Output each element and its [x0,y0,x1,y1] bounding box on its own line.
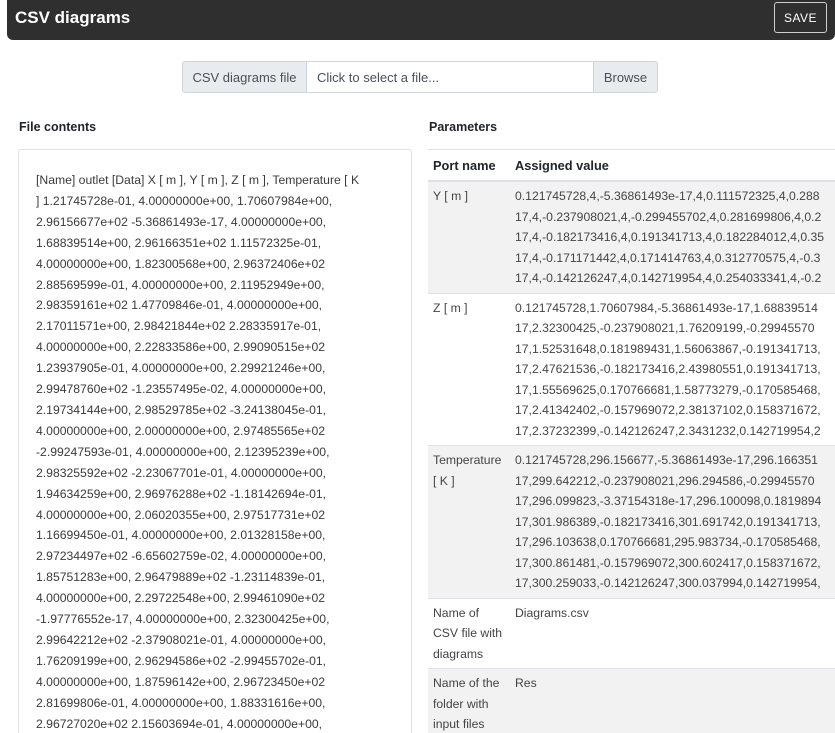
parameter-assigned-value[interactable]: 0.121745728,1.70607984,-5.36861493e-17,1… [510,292,835,446]
file-contents-line: 1.94634259e+00, 2.96976288e+02 -1.181426… [36,486,327,501]
file-contents-line: 2.99478760e+02 -1.23557495e-02, 4.000000… [36,382,327,397]
parameter-value-line: 0.121745728,296.156677,-5.36861493e-17,2… [515,453,818,467]
file-contents-line: 2.88569599e-01, 4.00000000e+00, 2.119529… [36,277,325,292]
file-contents-line: 4.00000000e+00, 1.82300568e+00, 2.963724… [36,256,326,271]
file-contents-line: 2.17011571e+00, 2.98421844e+02 2.2833591… [36,319,322,334]
parameter-value-line: 17,296.099823,-3.37154318e-17,296.100098… [515,494,822,508]
parameter-value-line: 17,2.37232399,-0.142126247,2.3431232,0.1… [515,423,821,438]
parameters-heading: Parameters [429,120,498,134]
parameter-value-line: 17,2.32300425,-0.237908021,1.76209199,-0… [515,321,815,335]
file-contents-text: [Name] outlet [Data] X [ m ], Y [ m ], Z… [36,170,394,733]
parameter-value-line: 17,2.47621536,-0.182173416,2.43980551,0.… [515,362,821,376]
parameter-value-lines: Res [515,673,833,694]
file-contents-line: 1.16699450e-01, 4.00000000e+00, 2.013281… [36,528,326,543]
parameter-assigned-value[interactable]: 0.121745728,4,-5.36861493e-17,4,0.111572… [510,180,835,293]
file-contents-line: 4.00000000e+00, 2.29722548e+00, 2.994610… [36,591,326,606]
parameter-value-line: Diagrams.csv [515,605,589,620]
file-contents-box[interactable]: [Name] outlet [Data] X [ m ], Y [ m ], Z… [18,149,412,733]
file-contents-line: 2.96156677e+02 -5.36861493e-17, 4.000000… [36,214,327,229]
parameter-assigned-value[interactable]: 0.121745728,296.156677,-5.36861493e-17,2… [510,445,835,598]
file-contents-line: 1.85751283e+00, 2.96479889e+02 -1.231148… [36,570,326,585]
parameter-value-line: 17,4,-0.237908021,4,-0.299455702,4,0.281… [515,209,822,224]
parameter-value-line: 17,4,-0.142126247,4,0.142719954,4,0.2540… [515,271,822,285]
file-contents-line: 1.68839514e+00, 2.96166351e+02 1.1157232… [36,235,322,250]
app-header: CSV diagrams SAVE [7,0,835,40]
parameter-value-lines: 0.121745728,1.70607984,-5.36861493e-17,1… [515,298,833,442]
parameter-port-name: Name of the folder with input files [428,668,510,733]
file-contents-line: 4.00000000e+00, 2.06020355e+00, 2.975177… [36,507,326,522]
parameters-header-row: Port name Assigned value [428,150,835,182]
parameter-value-line: 17,300.259033,-0.142126247,300.037994,0.… [515,576,821,590]
parameter-row: Temperature [ K ] 0.121745728,296.156677,… [428,445,835,598]
parameter-value-line: Res [515,676,537,690]
assigned-value-header: Assigned value [510,150,835,182]
parameters-table: Port name Assigned value Y [ m ] 0.121745… [428,150,835,733]
file-contents-line: 2.97234497e+02 -6.65602759e-02, 4.000000… [36,549,327,564]
parameter-value-line: 17,1.55569625,0.170766681,1.58773279,-0.… [515,382,821,397]
file-contents-line: 2.81699806e-01, 4.00000000e+00, 1.883316… [36,695,326,710]
file-contents-line: ] 1.21745728e-01, 4.00000000e+00, 1.7060… [36,193,333,208]
parameter-row: Y [ m ] 0.121745728,4,-5.36861493e-17,4,0… [428,180,835,293]
parameter-row: Name of CSV file with diagrams Diagrams.c… [428,597,835,669]
file-contents-line: 1.23937905e-01, 4.00000000e+00, 2.299212… [36,361,326,376]
parameter-port-name: Temperature [ K ] [428,445,510,598]
file-contents-line: 2.96727020e+02 2.15603694e-01, 4.0000000… [36,716,323,731]
file-contents-line: -2.99247593e-01, 4.00000000e+00, 2.12395… [36,444,330,459]
csv-file-input[interactable]: Click to select a file... [307,62,593,92]
parameter-value-lines: Diagrams.csv [515,603,833,624]
file-contents-line: 4.00000000e+00, 1.87596142e+00, 2.967234… [36,674,326,689]
parameter-value-line: 0.121745728,1.70607984,-5.36861493e-17,1… [515,300,818,315]
file-contents-line: 2.99642212e+02 -2.37908021e-01, 4.000000… [36,632,327,647]
file-contents-line: [Name] outlet [Data] X [ m ], Y [ m ], Z… [36,173,360,187]
parameter-port-name: Name of CSV file with diagrams [428,597,510,669]
parameter-port-name: Z [ m ] [428,292,510,446]
parameter-assigned-value[interactable]: Diagrams.csv [510,597,835,669]
port-name-header: Port name [428,150,510,182]
parameter-port-name: Y [ m ] [428,180,510,293]
parameter-value-line: 17,2.41342402,-0.157969072,2.38137102,0.… [515,403,821,417]
parameters-table-container: Port name Assigned value Y [ m ] 0.121745… [428,149,835,733]
file-contents-heading: File contents [19,120,97,134]
file-contents-line: 1.76209199e+00, 2.96294586e+02 -2.994557… [36,653,327,668]
file-contents-line: 4.00000000e+00, 2.00000000e+00, 2.974855… [36,423,326,438]
file-contents-line: 2.98359161e+02 1.47709846e-01, 4.0000000… [36,298,323,313]
parameter-value-line: 17,1.52531648,0.181989431,1.56063867,-0.… [515,341,821,356]
parameter-value-line: 17,299.642212,-0.237908021,296.294586,-0… [515,473,815,488]
browse-button[interactable]: Browse [593,62,657,92]
parameter-row: Name of the folder with input files Res [428,668,835,733]
parameter-value-line: 17,301.986389,-0.182173416,301.691742,0.… [515,514,821,529]
parameter-value-lines: 0.121745728,296.156677,-5.36861493e-17,2… [515,450,833,594]
file-contents-line: 2.98325592e+02 -2.23067701e-01, 4.000000… [36,465,327,480]
parameter-assigned-value[interactable]: Res [510,668,835,733]
parameter-value-line: 17,296.103638,0.170766681,295.983734,-0.… [515,535,821,549]
parameter-value-lines: 0.121745728,4,-5.36861493e-17,4,0.111572… [515,186,833,289]
save-button[interactable]: SAVE [774,2,827,33]
csv-file-picker: CSV diagrams file Click to select a file… [182,61,658,93]
file-contents-line: 2.19734144e+00, 2.98529785e+02 -3.241380… [36,402,327,417]
file-contents-line: 4.00000000e+00, 2.22833586e+00, 2.990905… [36,340,326,355]
app-title: CSV diagrams [15,8,131,27]
parameter-value-line: 17,4,-0.171171442,4,0.171414763,4,0.3127… [515,250,821,265]
parameter-value-line: 0.121745728,4,-5.36861493e-17,4,0.111572… [515,189,820,203]
file-contents-line: -1.97776552e-17, 4.00000000e+00, 2.32300… [36,612,330,627]
parameter-value-line: 17,300.861481,-0.157969072,300.602417,0.… [515,555,821,570]
csv-file-label: CSV diagrams file [183,62,307,92]
parameter-row: Z [ m ] 0.121745728,1.70607984,-5.3686149… [428,292,835,446]
parameter-value-line: 17,4,-0.182173416,4,0.191341713,4,0.1822… [515,230,825,244]
